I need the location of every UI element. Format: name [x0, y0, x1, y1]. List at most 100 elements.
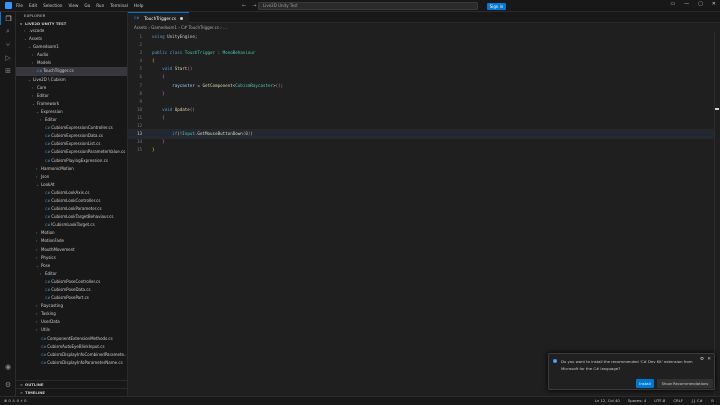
source-control-icon[interactable]: ⑂: [0, 38, 16, 51]
code-line[interactable]: 1 using UnityEngine;: [128, 33, 720, 41]
status-item[interactable]: UTF-8: [654, 397, 665, 405]
minimize-icon[interactable]: —: [684, 1, 689, 7]
workspace-root[interactable]: v LIVE2D UNITY TEST: [16, 20, 127, 27]
show-recommendations-button[interactable]: Show Recommendations: [657, 379, 713, 388]
file-item[interactable]: C#CubismExpressionController.cs: [16, 124, 127, 132]
folder-item[interactable]: ⌄ LookAt: [16, 181, 127, 189]
file-item[interactable]: C#CubismPoseData.cs: [16, 286, 127, 294]
file-item[interactable]: C#CubismExpressionParameterValue.cs: [16, 148, 127, 156]
folder-item[interactable]: › Editor: [16, 92, 127, 100]
folder-item[interactable]: › Core: [16, 84, 127, 92]
code-line[interactable]: 4{: [128, 57, 720, 65]
search-icon[interactable]: ⌕: [0, 25, 16, 38]
file-item[interactable]: C#CubismDisplayInfoCombinedParamete...: [16, 351, 127, 359]
folder-item[interactable]: ⌄ Expression: [16, 108, 127, 116]
folder-item[interactable]: ⌄ Gamedoom1: [16, 43, 127, 51]
folder-item[interactable]: › .vscode: [16, 27, 127, 35]
timeline-section[interactable]: > TIMELINE: [16, 388, 127, 395]
folder-item[interactable]: › HarmonicMotion: [16, 165, 127, 173]
folder-item[interactable]: › MotionFade: [16, 237, 127, 245]
status-item[interactable]: {} C#: [691, 397, 703, 405]
file-item[interactable]: C#CubismPlayingExpression.cs: [16, 157, 127, 165]
status-item[interactable]: ⊙: [711, 397, 714, 405]
file-item[interactable]: C#CubismPoseController.cs: [16, 278, 127, 286]
menu-item-selection[interactable]: Selection: [43, 3, 62, 8]
file-item[interactable]: C#CubismDisplayInfoParameterName.cs: [16, 359, 127, 367]
breadcrumb[interactable]: Assets › Gamedoom1 › C# TouchTrigger.cs …: [128, 23, 720, 32]
outline-section[interactable]: > OUTLINE: [16, 380, 127, 387]
folder-item[interactable]: › Raycasting: [16, 302, 127, 310]
menu-item-go[interactable]: Go: [84, 3, 90, 8]
editor-area: C# TouchTrigger.cs Assets › Gamedoom1 › …: [127, 12, 720, 396]
tab-touchtrigger[interactable]: C# TouchTrigger.cs: [128, 12, 190, 23]
status-item[interactable]: Spaces: 4: [628, 397, 646, 405]
file-item[interactable]: C#CubismAutoEyeBlinkInput.cs: [16, 343, 127, 351]
file-item[interactable]: C#CubismLookAxis.cs: [16, 189, 127, 197]
gear-icon[interactable]: ⚙: [700, 357, 704, 362]
menu-item-terminal[interactable]: Terminal: [110, 3, 128, 8]
file-item[interactable]: C#CubismLookParameter.cs: [16, 205, 127, 213]
code-line[interactable]: 3 public class TouchTrigger : MonoBehavio…: [128, 49, 720, 57]
code-line[interactable]: 6 {: [128, 73, 720, 81]
folder-item[interactable]: ⌄ Framework: [16, 100, 127, 108]
layout-icon[interactable]: ▭: [670, 1, 675, 7]
folder-item[interactable]: › Tasking: [16, 310, 127, 318]
unsaved-dot-icon[interactable]: [180, 16, 184, 20]
status-item[interactable]: CRLF: [673, 397, 683, 405]
extensions-icon[interactable]: ⊞: [0, 64, 16, 77]
code-line[interactable]: 9: [128, 98, 720, 106]
file-item[interactable]: C#TouchTrigger.cs: [16, 67, 127, 76]
menu-item-view[interactable]: View: [68, 3, 78, 8]
manage-icon[interactable]: ⚙: [0, 378, 16, 391]
folder-item[interactable]: › Json: [16, 173, 127, 181]
file-item[interactable]: C#CubismLookController.cs: [16, 197, 127, 205]
close-icon[interactable]: ✕: [707, 357, 711, 362]
code-line[interactable]: 14 }: [128, 138, 720, 146]
code-line[interactable]: 7 raycaster = GetComponent<CubismRaycast…: [128, 82, 720, 90]
problems-indicator[interactable]: ⊗ 0 ⚠ 0 ⚡ 0: [4, 397, 27, 405]
accounts-icon[interactable]: ◉: [0, 360, 16, 373]
folder-item[interactable]: › Models: [16, 59, 127, 67]
folder-item[interactable]: › Motion: [16, 229, 127, 237]
file-item[interactable]: C#CubismExpressionList.cs: [16, 140, 127, 148]
run-debug-icon[interactable]: ▷: [0, 51, 16, 64]
folder-item[interactable]: › Utils: [16, 326, 127, 334]
code-line[interactable]: 15}: [128, 146, 720, 154]
sign-in-button[interactable]: Sign in: [487, 2, 506, 10]
install-button[interactable]: Install: [636, 379, 654, 388]
code-editor[interactable]: 1 using UnityEngine; 2 3 public class TouchT…: [127, 33, 720, 154]
menu-item-run[interactable]: Run: [96, 3, 104, 8]
folder-item[interactable]: ⌄ Live2D \ Cubism: [16, 76, 127, 84]
maximize-icon[interactable]: ▢: [698, 1, 703, 7]
folder-item[interactable]: ⌄ Assets: [16, 35, 127, 43]
code-line[interactable]: 13 if(!Input.GetMouseButtonDown(0)): [127, 129, 720, 140]
folder-item[interactable]: › MouthMovement: [16, 246, 127, 254]
code-line[interactable]: 2: [128, 41, 720, 49]
folder-item[interactable]: › Audio: [16, 51, 127, 59]
status-item[interactable]: Ln 12, Col 40: [595, 397, 620, 405]
menu-item-help[interactable]: Help: [134, 3, 144, 8]
file-item[interactable]: C#CubismLookTargetBehaviour.cs: [16, 213, 127, 221]
back-arrow-icon[interactable]: ←: [242, 3, 246, 9]
file-item[interactable]: C#ICubismLookTarget.cs: [16, 221, 127, 229]
forward-arrow-icon[interactable]: →: [252, 3, 256, 9]
file-item[interactable]: C#ComponentExtensionMethods.cs: [16, 335, 127, 343]
code-line[interactable]: 5 void Start(): [128, 65, 720, 73]
file-item[interactable]: C#CubismExpressionData.cs: [16, 132, 127, 140]
folder-item[interactable]: ⌄ Pose: [16, 262, 127, 270]
folder-item[interactable]: › Editor: [16, 116, 127, 124]
command-center-search[interactable]: Live2D Unity Test: [258, 2, 478, 10]
editor-scrollbar[interactable]: [714, 32, 720, 396]
files-icon[interactable]: ❐: [0, 12, 16, 25]
menu-item-edit[interactable]: Edit: [29, 3, 37, 8]
folder-item[interactable]: › Editor: [16, 270, 127, 278]
code-line[interactable]: 12: [128, 122, 720, 130]
folder-item[interactable]: › Physics: [16, 254, 127, 262]
close-icon[interactable]: ✕: [712, 1, 716, 7]
file-item[interactable]: C#CubismPosePart.cs: [16, 294, 127, 302]
code-line[interactable]: 11 {: [128, 114, 720, 122]
code-line[interactable]: 10 void Update(): [128, 106, 720, 114]
folder-item[interactable]: › UserData: [16, 318, 127, 326]
code-line[interactable]: 8 }: [128, 90, 720, 98]
menu-item-file[interactable]: File: [16, 3, 23, 8]
